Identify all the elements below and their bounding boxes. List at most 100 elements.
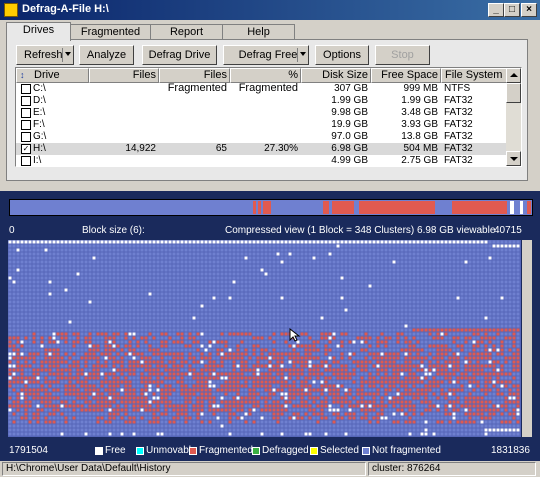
cell-disk-size: 9.98 GB: [331, 107, 368, 118]
legend-free-label: Free: [105, 445, 126, 456]
column-files-fragmented[interactable]: Files Fragmented: [159, 68, 230, 94]
cell-free-space: 3.93 GB: [401, 119, 438, 130]
dropdown-separator: [297, 48, 298, 62]
cell-files-fragmented: [159, 83, 227, 95]
cell-disk-size: 6.98 GB: [331, 143, 368, 154]
legend-defragged-label: Defragged: [262, 445, 309, 456]
tab-drives[interactable]: Drives: [6, 22, 71, 41]
scroll-up-button[interactable]: [506, 68, 521, 83]
drive-list-header: ↕ Drive Files Files Fragmented % Fragmen…: [16, 68, 508, 94]
cell-free-space: 13.8 GB: [401, 131, 438, 142]
drive-name: G:\: [33, 131, 47, 142]
cell-file-system: NTFS: [444, 83, 471, 94]
options-button[interactable]: Options: [315, 45, 369, 65]
drive-checkbox[interactable]: [21, 96, 31, 106]
footer-start: 1791504: [9, 445, 48, 456]
cell-files: [89, 83, 156, 95]
drive-checkbox[interactable]: ✓: [21, 144, 31, 154]
cell-files-fragmented: [159, 107, 227, 119]
cluster-map[interactable]: [8, 240, 521, 437]
chevron-down-icon[interactable]: [300, 52, 306, 56]
overview-strip: [10, 200, 532, 215]
range-end: 40715: [494, 225, 522, 236]
column-drive[interactable]: ↕ Drive: [16, 68, 89, 83]
column-files[interactable]: Files: [89, 68, 159, 83]
scroll-thumb[interactable]: [506, 83, 521, 103]
cell-files-fragmented: 65: [215, 143, 227, 154]
close-button[interactable]: ×: [521, 3, 537, 17]
defrag-drive-button[interactable]: Defrag Drive: [142, 45, 217, 65]
drive-row[interactable]: E:\ 9.98 GB 3.48 GB FAT32: [16, 107, 508, 119]
drive-overview-bar[interactable]: [9, 199, 533, 216]
cell-file-system: FAT32: [444, 143, 473, 154]
status-path: H:\Chrome\User Data\Default\History: [2, 462, 366, 476]
legend-selected-label: Selected: [320, 445, 359, 456]
legend-fragmented-label: Fragmented: [199, 445, 253, 456]
tab-report[interactable]: Report: [150, 24, 223, 39]
cell-disk-size: 1.99 GB: [331, 95, 368, 106]
drive-name: H:\: [33, 143, 46, 154]
status-cluster: cluster: 876264: [368, 462, 536, 476]
cell-files-fragmented: [159, 119, 227, 131]
cell-pct-fragmented: [230, 83, 298, 95]
column-disk-size[interactable]: Disk Size: [301, 68, 371, 83]
column-drive-label: Drive: [34, 69, 60, 81]
cell-free-space: 1.99 GB: [401, 95, 438, 106]
title-bar: Defrag-A-File H:\ _ □ ×: [0, 0, 540, 20]
legend-defragged-swatch: [252, 447, 260, 455]
cell-files: [89, 155, 156, 166]
cell-file-system: FAT32: [444, 95, 473, 106]
arrow-up-icon: [510, 73, 518, 77]
main-window: Defrag-A-File H:\ _ □ × Drives Fragmente…: [0, 0, 540, 477]
cell-files-fragmented: [159, 95, 227, 107]
cell-free-space: 999 MB: [403, 83, 438, 94]
refresh-button[interactable]: Refresh: [16, 45, 74, 65]
cell-files-fragmented: [159, 131, 227, 143]
column-free-space[interactable]: Free Space: [371, 68, 441, 83]
cell-pct-fragmented: [230, 107, 298, 119]
arrow-down-icon: [510, 157, 518, 161]
defrag-free-space-button[interactable]: Defrag Free Space: [223, 45, 309, 79]
refresh-label: Refresh: [24, 49, 63, 61]
column-pct-fragmented[interactable]: % Fragmented: [230, 68, 301, 94]
cell-free-space: 3.48 GB: [401, 107, 438, 118]
analyze-button[interactable]: Analyze: [79, 45, 134, 65]
cluster-map-scrollbar[interactable]: [522, 240, 532, 437]
drive-row[interactable]: D:\ 1.99 GB 1.99 GB FAT32: [16, 95, 508, 107]
cell-files: 14,922: [125, 143, 156, 154]
tab-help[interactable]: Help: [222, 24, 295, 39]
app-icon: [4, 3, 18, 17]
drive-list: ↕ Drive Files Files Fragmented % Fragmen…: [15, 67, 522, 167]
drive-name: I:\: [33, 155, 42, 166]
cluster-grid: [8, 240, 521, 437]
drive-checkbox[interactable]: [21, 156, 31, 166]
minimize-button[interactable]: _: [488, 3, 504, 17]
scroll-down-button[interactable]: [506, 151, 521, 166]
tab-fragmented-files[interactable]: Fragmented Files: [70, 24, 151, 52]
drive-row[interactable]: ✓ H:\ 14,922 65 27.30% 6.98 GB 504 MB FAT32: [16, 143, 508, 155]
stop-button[interactable]: Stop: [375, 45, 430, 65]
maximize-button[interactable]: □: [504, 3, 520, 17]
block-size-label: Block size (6):: [82, 225, 145, 236]
drive-name: F:\: [33, 119, 45, 130]
sort-icon: ↕: [20, 70, 25, 80]
legend-selected-swatch: [310, 447, 318, 455]
drive-name: E:\: [33, 107, 46, 118]
chevron-down-icon[interactable]: [65, 52, 71, 56]
cell-files: [89, 95, 156, 107]
drive-row[interactable]: F:\ 19.9 GB 3.93 GB FAT32: [16, 119, 508, 131]
drive-list-scrollbar[interactable]: [506, 68, 521, 166]
cell-pct-fragmented: [230, 119, 298, 131]
legend-not-fragmented-swatch: [362, 447, 370, 455]
drive-row[interactable]: I:\ 4.99 GB 2.75 GB FAT32: [16, 155, 508, 166]
drive-checkbox[interactable]: [21, 84, 31, 94]
cell-pct-fragmented: 27.30%: [264, 143, 298, 154]
drive-checkbox[interactable]: [21, 108, 31, 118]
drive-checkbox[interactable]: [21, 132, 31, 142]
drive-row[interactable]: G:\ 97.0 GB 13.8 GB FAT32: [16, 131, 508, 143]
legend-unmovable-swatch: [136, 447, 144, 455]
drive-checkbox[interactable]: [21, 120, 31, 130]
drive-row[interactable]: C:\ 307 GB 999 MB NTFS: [16, 83, 508, 95]
range-start: 0: [9, 225, 15, 236]
column-file-system[interactable]: File System: [441, 68, 508, 83]
